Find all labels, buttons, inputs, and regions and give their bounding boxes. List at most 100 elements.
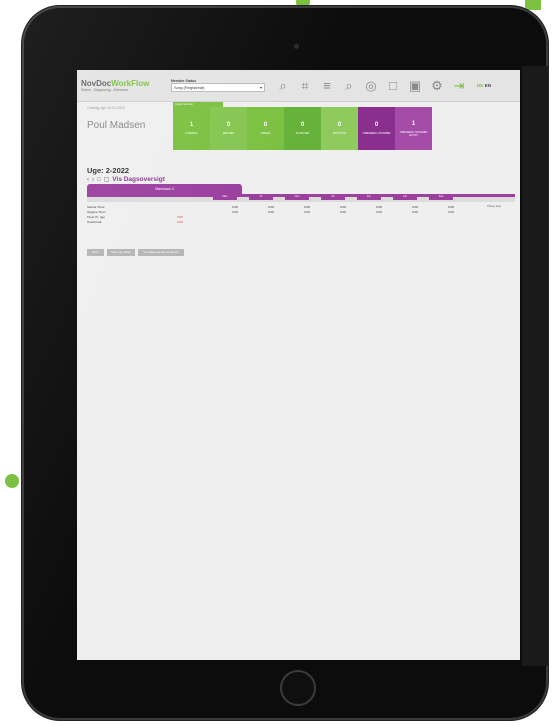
table-row: Samlet Timer 0:00 0:00 0:00 0:00 0:00 0:00 0:00	[87, 204, 515, 209]
day-header: Lør	[393, 194, 417, 200]
add-line-link[interactable]: Tilfoej linje	[487, 204, 501, 208]
search-list-icon[interactable]: ≡	[319, 78, 335, 94]
tablet-frame: NovDocWorkFlow Status - Dagsnavig - Mono…	[22, 6, 548, 720]
top-toolbar: NovDocWorkFlow Status - Dagsnavig - Mono…	[77, 70, 520, 102]
table-cell[interactable]: 0:00	[223, 210, 247, 214]
chevron-left-icon[interactable]: ‹	[87, 177, 89, 183]
day-headers: Man Tir Ons Tor Fre Lør Søn	[213, 194, 453, 200]
table-cell[interactable]: 0:00	[331, 205, 355, 209]
day-header: Ons	[285, 194, 309, 200]
day-header: Søn	[429, 194, 453, 200]
status-tile-label: TIMESEDDL STANDBN	[362, 132, 391, 135]
status-tile-count: 0	[374, 122, 379, 128]
lang-en[interactable]: EN	[485, 83, 491, 88]
table-cell[interactable]: 0:00	[439, 210, 463, 214]
member-status-select[interactable]: Sorg (Registreat) ▾	[171, 83, 265, 92]
logo-workflow: WorkFlow	[111, 79, 150, 88]
toolbar-icons: ⌕ ⌗ ≡ ⌕ ◎ □ ▣ ⚙ ⇥ DK EN	[275, 78, 491, 94]
row-label: Overtid ialt	[87, 219, 102, 224]
zoom-icon[interactable]: ⌕	[341, 78, 357, 94]
decor-dot-left	[5, 474, 19, 488]
action-button[interactable]: Gem	[87, 249, 104, 256]
status-tile-label: AFVENTER	[295, 132, 310, 135]
calendar-icon[interactable]: □	[97, 177, 101, 183]
day-header: Man	[213, 194, 237, 200]
status-tile-count: 0	[300, 122, 305, 128]
member-status-value: Sorg (Registreat)	[174, 85, 205, 90]
day-header: Tor	[321, 194, 345, 200]
logo-name: NovDoc	[81, 79, 112, 88]
status-tile[interactable]: 1 OVERBLIK	[173, 107, 210, 150]
status-tile[interactable]: 0 ARBEID	[247, 107, 284, 150]
status-tile-label: TIMESEDDL STANDBN AFVIST	[399, 130, 428, 137]
table-cell[interactable]: 0:00	[331, 210, 355, 214]
row-value: 0:00	[177, 214, 183, 219]
table-cell[interactable]: 0:00	[367, 210, 391, 214]
table-cell[interactable]: 0:00	[259, 210, 283, 214]
app-screen: NovDocWorkFlow Status - Dagsnavig - Mono…	[77, 70, 520, 660]
view-title: Vis Dagsoversigt	[112, 176, 165, 183]
chevron-right-icon[interactable]: ›	[92, 177, 94, 183]
search-icon[interactable]: ⌕	[275, 78, 291, 94]
timesheet-rows: Samlet Timer 0:00 0:00 0:00 0:00 0:00 0:00 0:00…	[87, 204, 515, 224]
table-cell[interactable]: 0:00	[295, 210, 319, 214]
table-cell[interactable]: 0:00	[367, 205, 391, 209]
eye-icon[interactable]: ◎	[363, 78, 379, 94]
tab-week[interactable]: Maerkaan 3	[87, 184, 242, 194]
calendar-icon[interactable]: □	[385, 78, 401, 94]
status-tile-label: BOSTTIKE	[333, 132, 346, 135]
table-cell[interactable]: 0:00	[259, 205, 283, 209]
logout-icon[interactable]: ⇥	[451, 78, 467, 94]
status-tile-count: 0	[226, 122, 231, 128]
status-tile-count: 0	[263, 122, 268, 128]
status-tile[interactable]: 1 TIMESEDDL STANDBN AFVIST	[395, 107, 432, 150]
action-button[interactable]: Vis dagsoversigt og lanceri	[138, 249, 185, 256]
table-row: Overtid ialt 0:00	[87, 219, 515, 224]
day-header: Tir	[249, 194, 273, 200]
app-logo[interactable]: NovDocWorkFlow Status - Dagsnavig - Mono…	[81, 79, 165, 92]
logo-tagline: Status - Dagsnavig - Mononne	[81, 88, 129, 92]
search-document-icon[interactable]: ⌗	[297, 78, 313, 94]
settings-icon[interactable]: ⚙	[429, 78, 445, 94]
week-title: Uge: 2-2022	[87, 166, 130, 175]
camera-icon	[294, 44, 299, 49]
lang-dk[interactable]: DK	[477, 83, 484, 88]
status-tile[interactable]: 0 BESTIBE	[210, 107, 247, 150]
status-tile-count: 0	[337, 122, 342, 128]
table-cell[interactable]: 0:00	[403, 210, 427, 214]
status-tile-count: 1	[411, 120, 416, 127]
table-row: Opgave Timer 0:00 0:00 0:00 0:00 0:00 0:00 0:00	[87, 209, 515, 214]
user-date: Onsdag uge 19-01-2022	[87, 106, 125, 110]
table-cell[interactable]: 0:00	[403, 205, 427, 209]
page-background: NovDocWorkFlow Status - Dagsnavig - Mono…	[0, 0, 558, 726]
decor-corner-tab	[525, 0, 541, 10]
row-label: Timer Pr. uge	[87, 214, 105, 219]
status-tile[interactable]: 0 BOSTTIKE	[321, 107, 358, 150]
status-tiles: 1 OVERBLIK 0 BESTIBE 0 ARBEID 0 AFVENTER 0 BOSTTI…	[173, 107, 432, 150]
status-tile-count: 1	[189, 122, 194, 128]
table-cell[interactable]: 0:00	[295, 205, 319, 209]
row-value: 0:00	[177, 219, 183, 224]
member-status: Member Status Sorg (Registreat) ▾	[171, 79, 265, 92]
chevron-down-icon: ▾	[259, 85, 262, 90]
status-tile[interactable]: 0 AFVENTER	[284, 107, 321, 150]
week-nav: ‹ › □ ▢ Vis Dagsoversigt	[87, 176, 165, 183]
action-button[interactable]: Gem og afslut	[106, 249, 136, 256]
status-tile[interactable]: 0 TIMESEDDL STANDBN	[358, 107, 395, 150]
status-tile-label: BESTIBE	[223, 132, 234, 135]
language-switch[interactable]: DK EN	[477, 83, 491, 88]
table-cell[interactable]: 0:00	[439, 205, 463, 209]
action-buttons: Gem Gem og afslut Vis dagsoversigt og lanc…	[87, 249, 185, 256]
tablet-bezel-side	[522, 66, 548, 666]
user-header: Onsdag uge 19-01-2022 Poul Madsen Open G…	[77, 102, 520, 154]
table-cell[interactable]: 0:00	[223, 205, 247, 209]
row-label: Opgave Timer	[87, 209, 106, 214]
user-name: Poul Madsen	[87, 120, 146, 131]
day-header: Fre	[357, 194, 381, 200]
checkbox[interactable]: ▢	[104, 176, 110, 183]
row-label: Samlet Timer	[87, 204, 105, 209]
home-button[interactable]	[280, 670, 316, 706]
status-tile-label: ARBEID	[260, 132, 271, 135]
document-icon[interactable]: ▣	[407, 78, 423, 94]
status-tile-label: OVERBLIK	[185, 132, 198, 135]
